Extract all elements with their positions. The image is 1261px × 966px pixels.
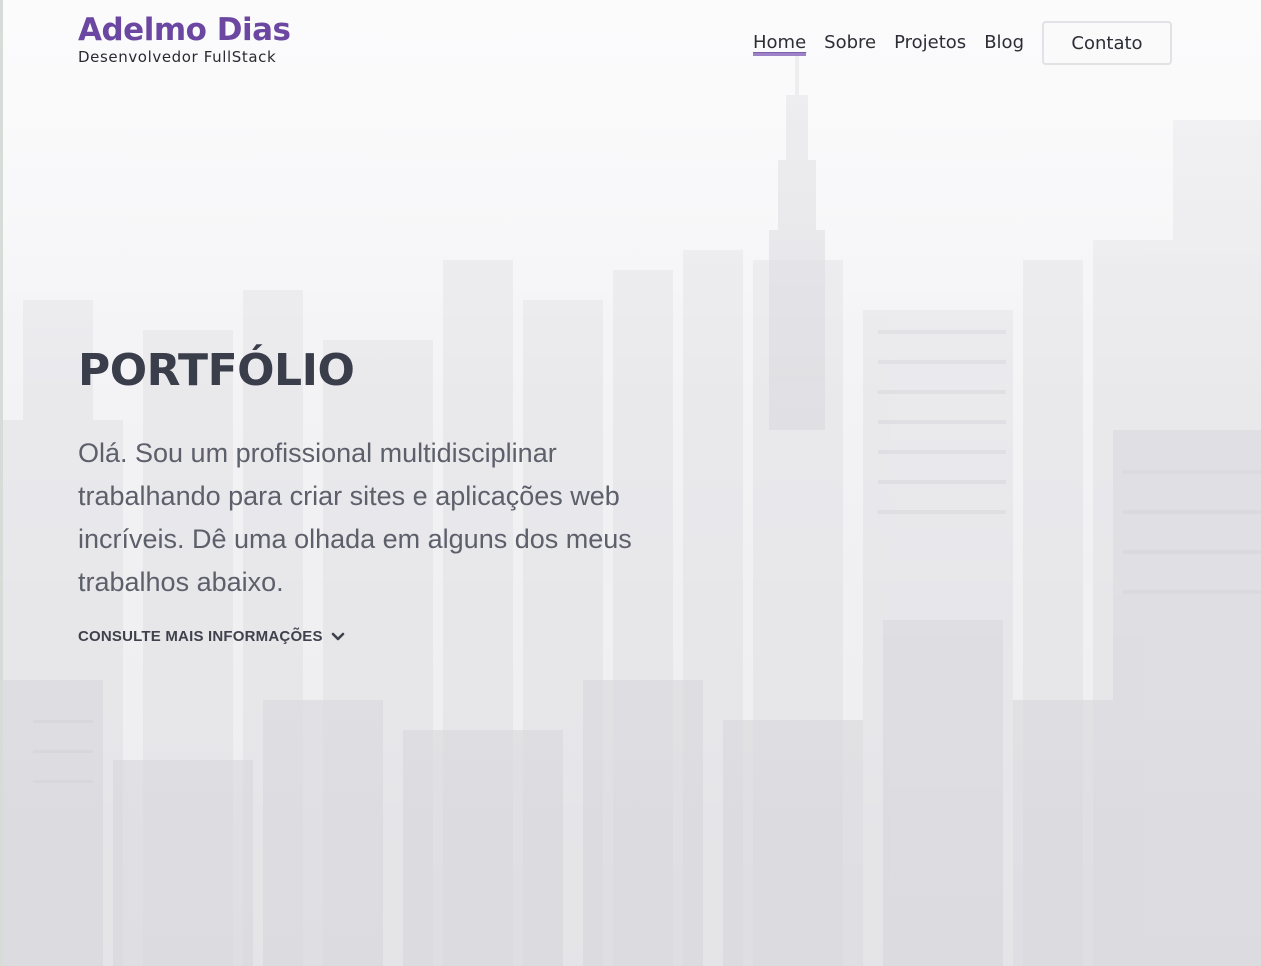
more-info-label[interactable]: CONSULTE MAIS INFORMAÇÕES — [78, 628, 323, 645]
hero-title-wrapper: PORTFÓLIO — [78, 343, 355, 399]
contact-button[interactable]: Contato — [1042, 21, 1172, 65]
page-title: PORTFÓLIO — [78, 343, 355, 399]
nav-link-blog[interactable]: Blog — [984, 22, 1024, 64]
main-navigation: Home Sobre Projetos Blog Contato — [753, 21, 1172, 65]
hero-intro-text: Olá. Sou um profissional multidisciplina… — [78, 438, 632, 597]
brand-subtitle: Desenvolvedor FullStack — [78, 48, 277, 66]
brand-logo[interactable]: Adelmo Dias Desenvolvedor FullStack — [78, 12, 291, 66]
nav-link-home[interactable]: Home — [753, 22, 807, 64]
brand-name[interactable]: Adelmo Dias — [78, 12, 291, 48]
more-info-link[interactable]: CONSULTE MAIS INFORMAÇÕES — [78, 628, 345, 645]
nav-link-projetos[interactable]: Projetos — [894, 22, 966, 64]
nav-link-sobre[interactable]: Sobre — [824, 22, 876, 64]
chevron-down-icon[interactable] — [331, 630, 345, 644]
